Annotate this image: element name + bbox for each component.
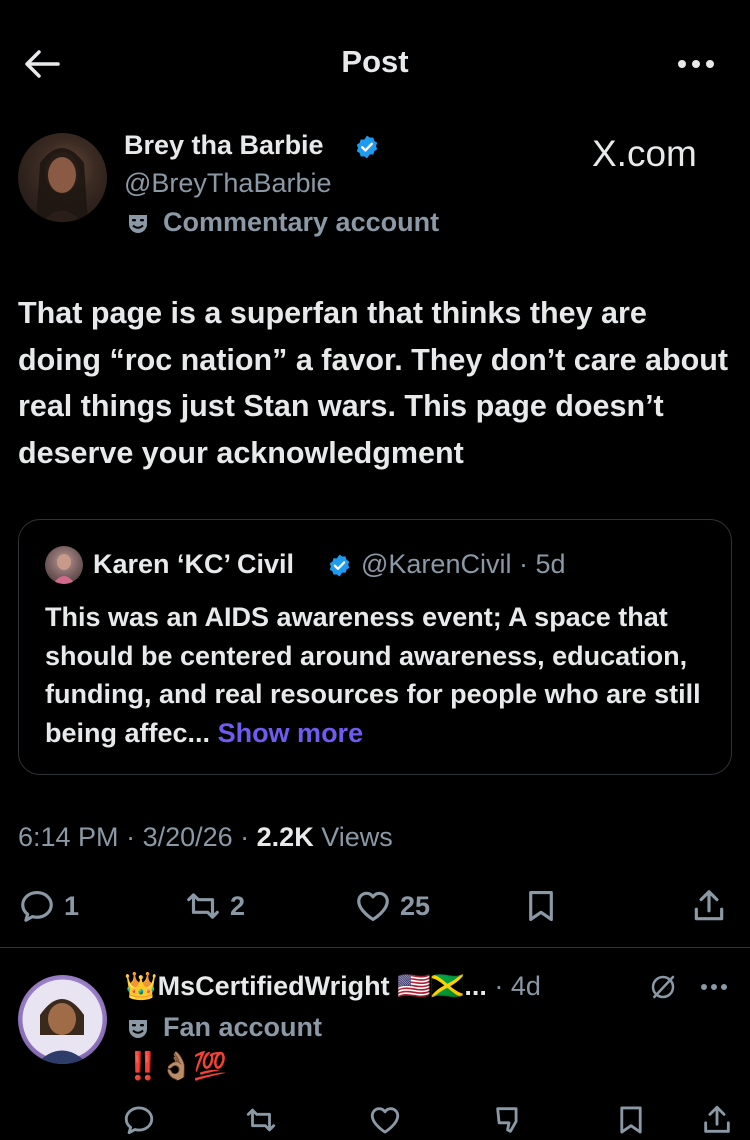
post-text: That page is a superfan that thinks they… bbox=[18, 296, 729, 470]
share-button[interactable] bbox=[690, 887, 728, 925]
reply-count: 1 bbox=[64, 890, 80, 921]
reply-timestamp: · 4d bbox=[494, 971, 541, 1001]
post-date: 3/20/26 bbox=[142, 822, 233, 852]
account-label: Commentary account bbox=[163, 207, 440, 237]
back-button[interactable] bbox=[22, 44, 62, 84]
reply-button[interactable]: 1 bbox=[18, 887, 79, 925]
quote-body: This was an AIDS awareness event; A spac… bbox=[45, 602, 701, 748]
bookmark-button[interactable] bbox=[522, 887, 560, 925]
verified-badge-icon[interactable] bbox=[354, 134, 380, 160]
page-title: Post bbox=[341, 44, 409, 79]
grok-icon[interactable] bbox=[648, 972, 678, 1002]
bookmark-icon[interactable] bbox=[614, 1103, 648, 1137]
heart-icon bbox=[357, 891, 389, 922]
repost-icon bbox=[187, 893, 219, 919]
post-time: 6:14 PM bbox=[18, 822, 119, 852]
reply-more-button[interactable] bbox=[694, 972, 734, 1002]
dislike-icon[interactable] bbox=[492, 1103, 526, 1137]
author-handle[interactable]: @BreyThaBarbie bbox=[124, 168, 332, 199]
more-icon bbox=[701, 984, 727, 990]
reply-author-name: 👑MsCertifiedWright 🇺🇸🇯🇲... · 4d bbox=[124, 970, 541, 1002]
views-label: Views bbox=[321, 822, 393, 852]
share-icon[interactable] bbox=[700, 1103, 734, 1137]
post-meta: 6:14 PM · 3/20/26 · 2.2K Views bbox=[18, 822, 393, 852]
reply-account-label: Fan account bbox=[163, 1012, 323, 1042]
reply-icon[interactable] bbox=[122, 1103, 156, 1137]
quote-handle[interactable]: @KarenCivil bbox=[361, 549, 511, 579]
verified-badge-icon[interactable] bbox=[327, 553, 352, 578]
quote-text: This was an AIDS awareness event; A spac… bbox=[45, 598, 715, 752]
reply-icon bbox=[21, 890, 53, 922]
view-count: 2.2K bbox=[256, 822, 314, 852]
repost-button[interactable]: 2 bbox=[184, 887, 245, 925]
repost-icon[interactable] bbox=[244, 1103, 278, 1137]
more-options-button[interactable] bbox=[672, 46, 720, 82]
share-icon bbox=[694, 890, 724, 921]
like-count: 25 bbox=[400, 890, 431, 921]
reply-author-avatar[interactable] bbox=[18, 975, 107, 1064]
quote-author-handle: @KarenCivil · 5d bbox=[361, 549, 566, 580]
theater-masks-icon bbox=[129, 215, 147, 233]
divider bbox=[0, 947, 750, 948]
reply-display-name[interactable]: 👑MsCertifiedWright 🇺🇸🇯🇲... bbox=[124, 971, 487, 1001]
heart-icon[interactable] bbox=[368, 1103, 402, 1137]
bookmark-icon bbox=[529, 890, 553, 922]
like-button[interactable]: 25 bbox=[354, 887, 430, 925]
reply-text: ‼️👌🏽💯 bbox=[126, 1051, 227, 1081]
quote-author-avatar[interactable] bbox=[45, 546, 83, 584]
author-avatar[interactable] bbox=[18, 133, 107, 222]
brand-watermark: X.com bbox=[592, 133, 697, 174]
arrow-left-icon bbox=[25, 50, 60, 78]
repost-count: 2 bbox=[230, 890, 246, 921]
more-icon bbox=[678, 60, 714, 68]
show-more-link[interactable]: Show more bbox=[218, 718, 364, 748]
author-display-name[interactable]: Brey tha Barbie bbox=[124, 130, 324, 161]
quoted-post[interactable]: Karen ‘KC’ Civil @KarenCivil · 5d This w… bbox=[18, 519, 732, 775]
quote-author-name[interactable]: Karen ‘KC’ Civil bbox=[93, 549, 294, 580]
theater-masks-icon bbox=[129, 1020, 147, 1038]
quote-timestamp: · 5d bbox=[518, 549, 566, 579]
